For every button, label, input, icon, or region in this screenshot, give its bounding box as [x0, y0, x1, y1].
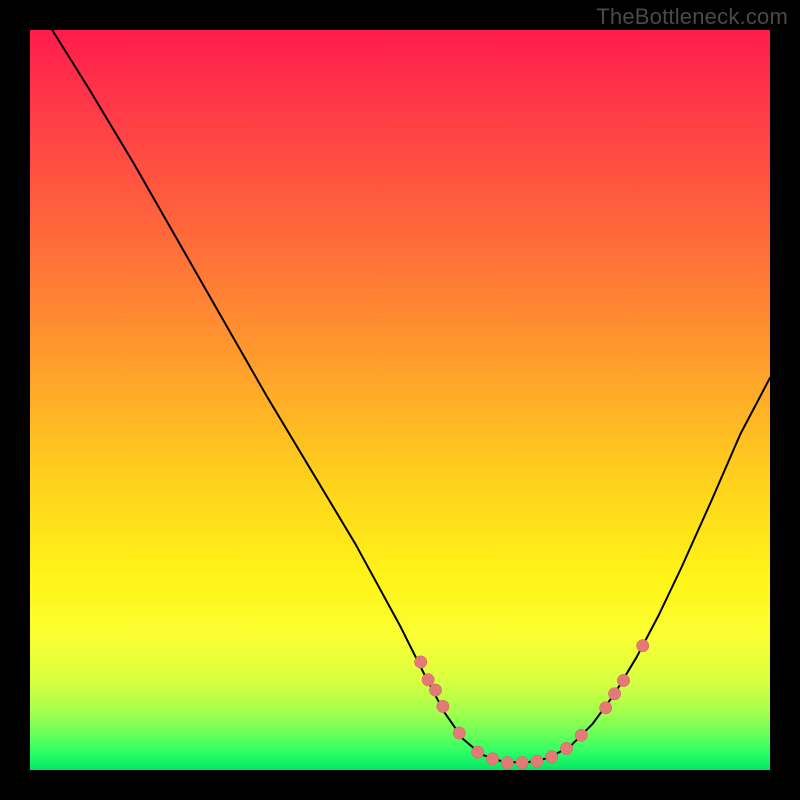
data-point [429, 684, 441, 696]
data-point [600, 702, 612, 714]
data-point [617, 674, 629, 686]
data-point [560, 742, 572, 754]
data-point [453, 727, 465, 739]
data-point [415, 656, 427, 668]
chart-svg [30, 30, 770, 770]
data-point [472, 746, 484, 758]
data-point [486, 753, 498, 765]
data-point [531, 755, 543, 767]
data-points-group [415, 640, 649, 769]
data-point [575, 729, 587, 741]
data-point [501, 756, 513, 768]
data-point [516, 756, 528, 768]
chart-frame: TheBottleneck.com [0, 0, 800, 800]
data-point [546, 751, 558, 763]
bottleneck-curve [52, 30, 770, 763]
data-point [437, 700, 449, 712]
plot-area [30, 30, 770, 770]
data-point [608, 688, 620, 700]
data-point [637, 640, 649, 652]
watermark-text: TheBottleneck.com [596, 4, 788, 30]
data-point [422, 674, 434, 686]
